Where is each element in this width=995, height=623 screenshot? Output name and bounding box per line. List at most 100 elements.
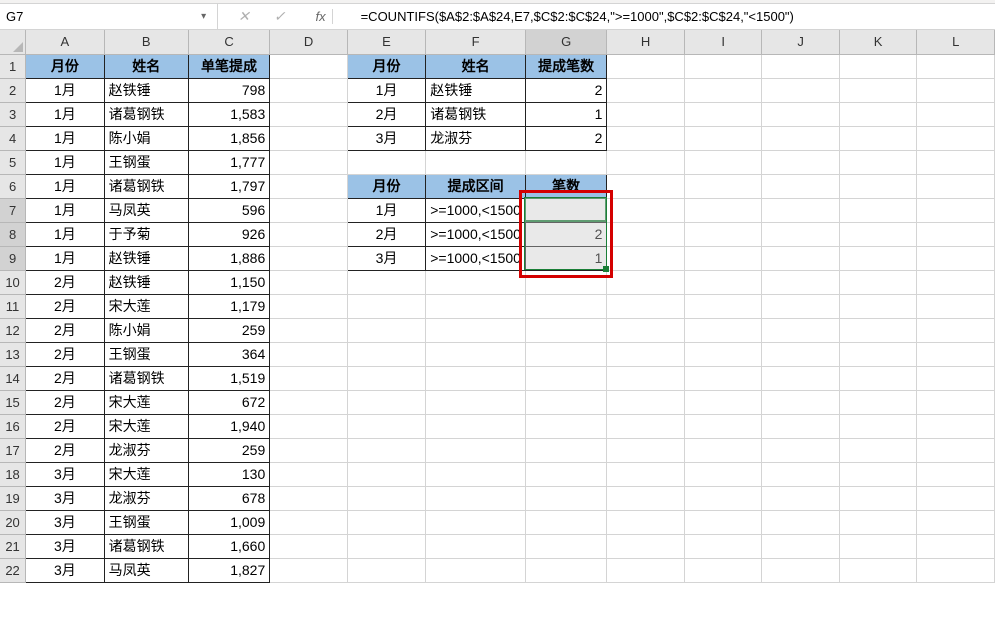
cell-A6[interactable]: 1月 [26, 174, 104, 198]
cell-A21[interactable]: 3月 [26, 534, 104, 558]
cell-C13[interactable]: 364 [188, 342, 269, 366]
cell-E6[interactable]: 月份 [347, 174, 425, 198]
cell-J5[interactable] [762, 150, 839, 174]
cell-E7[interactable]: 1月 [347, 198, 425, 222]
cell-C17[interactable]: 259 [188, 438, 269, 462]
cell-F17[interactable] [426, 438, 526, 462]
cell-F6[interactable]: 提成区间 [426, 174, 526, 198]
cell-D14[interactable] [270, 366, 348, 390]
cell-G16[interactable] [525, 414, 606, 438]
cell-A7[interactable]: 1月 [26, 198, 104, 222]
column-header-K[interactable]: K [839, 30, 917, 54]
cell-B9[interactable]: 赵铁锤 [104, 246, 188, 270]
cell-K3[interactable] [839, 102, 917, 126]
cell-I10[interactable] [684, 270, 761, 294]
cell-B12[interactable]: 陈小娟 [104, 318, 188, 342]
cell-C8[interactable]: 926 [188, 222, 269, 246]
cell-E21[interactable] [347, 534, 425, 558]
cell-I17[interactable] [684, 438, 761, 462]
cell-E9[interactable]: 3月 [347, 246, 425, 270]
cell-J20[interactable] [762, 510, 839, 534]
cell-I1[interactable] [684, 54, 761, 78]
cell-J17[interactable] [762, 438, 839, 462]
column-header-E[interactable]: E [347, 30, 425, 54]
cell-A4[interactable]: 1月 [26, 126, 104, 150]
cell-F4[interactable]: 龙淑芬 [426, 126, 526, 150]
column-header-H[interactable]: H [607, 30, 685, 54]
cell-J11[interactable] [762, 294, 839, 318]
cell-I12[interactable] [684, 318, 761, 342]
cell-C7[interactable]: 596 [188, 198, 269, 222]
cell-F3[interactable]: 诸葛钢铁 [426, 102, 526, 126]
cancel-icon[interactable]: ✕ [238, 8, 250, 25]
name-box[interactable]: ▾ [0, 4, 218, 29]
cell-E20[interactable] [347, 510, 425, 534]
column-header-A[interactable]: A [26, 30, 104, 54]
cell-E14[interactable] [347, 366, 425, 390]
cell-I21[interactable] [684, 534, 761, 558]
column-header-J[interactable]: J [762, 30, 839, 54]
cell-D15[interactable] [270, 390, 348, 414]
name-box-input[interactable] [6, 9, 196, 24]
row-header-12[interactable]: 12 [0, 318, 26, 342]
cell-E10[interactable] [347, 270, 425, 294]
cell-B15[interactable]: 宋大莲 [104, 390, 188, 414]
cell-F16[interactable] [426, 414, 526, 438]
cell-K4[interactable] [839, 126, 917, 150]
cell-D1[interactable] [270, 54, 348, 78]
row-header-18[interactable]: 18 [0, 462, 26, 486]
cell-A14[interactable]: 2月 [26, 366, 104, 390]
cell-I19[interactable] [684, 486, 761, 510]
row-header-1[interactable]: 1 [0, 54, 26, 78]
cell-J12[interactable] [762, 318, 839, 342]
cell-I18[interactable] [684, 462, 761, 486]
cell-J4[interactable] [762, 126, 839, 150]
cell-J19[interactable] [762, 486, 839, 510]
cell-A12[interactable]: 2月 [26, 318, 104, 342]
cell-D4[interactable] [270, 126, 348, 150]
cell-E4[interactable]: 3月 [347, 126, 425, 150]
cell-L1[interactable] [917, 54, 995, 78]
cell-B2[interactable]: 赵铁锤 [104, 78, 188, 102]
cell-L4[interactable] [917, 126, 995, 150]
row-header-15[interactable]: 15 [0, 390, 26, 414]
cell-D9[interactable] [270, 246, 348, 270]
row-header-20[interactable]: 20 [0, 510, 26, 534]
cell-I22[interactable] [684, 558, 761, 582]
row-header-10[interactable]: 10 [0, 270, 26, 294]
cell-G8[interactable]: 2 [525, 222, 606, 246]
cell-C12[interactable]: 259 [188, 318, 269, 342]
cell-H8[interactable] [607, 222, 685, 246]
cell-D10[interactable] [270, 270, 348, 294]
fx-icon[interactable]: fx [309, 9, 332, 24]
cell-J15[interactable] [762, 390, 839, 414]
cell-A22[interactable]: 3月 [26, 558, 104, 582]
cell-B16[interactable]: 宋大莲 [104, 414, 188, 438]
cell-B8[interactable]: 于予菊 [104, 222, 188, 246]
cell-C21[interactable]: 1,660 [188, 534, 269, 558]
cell-J14[interactable] [762, 366, 839, 390]
cell-D7[interactable] [270, 198, 348, 222]
cell-G19[interactable] [525, 486, 606, 510]
cell-B6[interactable]: 诸葛钢铁 [104, 174, 188, 198]
cell-C15[interactable]: 672 [188, 390, 269, 414]
row-header-5[interactable]: 5 [0, 150, 26, 174]
cell-C10[interactable]: 1,150 [188, 270, 269, 294]
cell-B20[interactable]: 王钢蛋 [104, 510, 188, 534]
cell-K12[interactable] [839, 318, 917, 342]
cell-A11[interactable]: 2月 [26, 294, 104, 318]
cell-I15[interactable] [684, 390, 761, 414]
cell-I20[interactable] [684, 510, 761, 534]
row-header-9[interactable]: 9 [0, 246, 26, 270]
cell-E5[interactable] [347, 150, 425, 174]
cell-K17[interactable] [839, 438, 917, 462]
column-header-C[interactable]: C [188, 30, 269, 54]
cell-C2[interactable]: 798 [188, 78, 269, 102]
cell-F8[interactable]: >=1000,<1500 [426, 222, 526, 246]
cell-H19[interactable] [607, 486, 685, 510]
cell-H15[interactable] [607, 390, 685, 414]
row-header-3[interactable]: 3 [0, 102, 26, 126]
cell-B7[interactable]: 马凤英 [104, 198, 188, 222]
cell-A19[interactable]: 3月 [26, 486, 104, 510]
cell-K10[interactable] [839, 270, 917, 294]
